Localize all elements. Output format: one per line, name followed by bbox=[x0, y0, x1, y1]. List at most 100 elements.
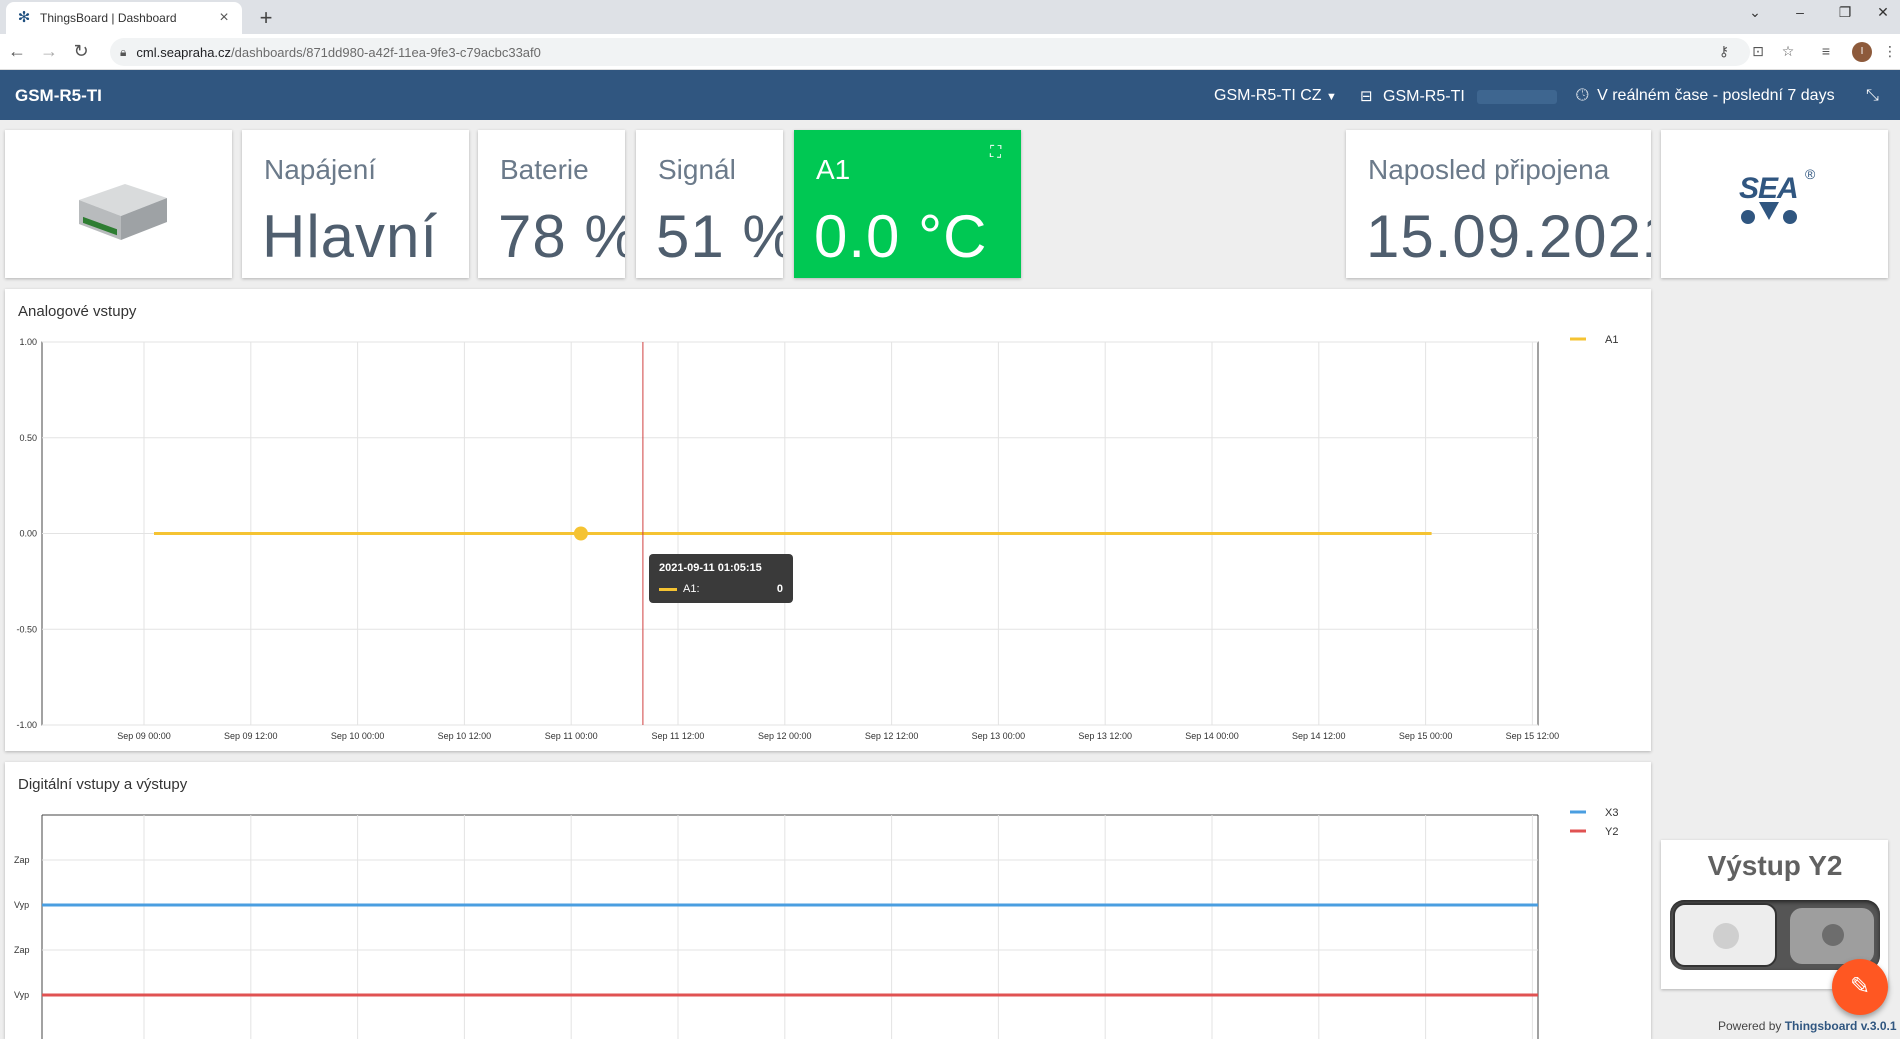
x-tick-label: Sep 13 12:00 bbox=[1078, 731, 1132, 741]
pencil-icon: ✎ bbox=[1849, 973, 1871, 1000]
lock-icon: 🔒︎ bbox=[120, 44, 127, 59]
last-connected-card: Naposled připojena 15.09.2021 bbox=[1346, 130, 1651, 278]
legend-label-y2: Y2 bbox=[1605, 826, 1618, 838]
y-tick-label: Vyp bbox=[14, 900, 29, 910]
battery-card: Baterie 78 % bbox=[478, 130, 625, 278]
y-tick-label: -0.50 bbox=[16, 624, 37, 634]
x-tick-label: Sep 10 12:00 bbox=[438, 731, 492, 741]
x-tick-label: Sep 14 00:00 bbox=[1185, 731, 1239, 741]
battery-label: Baterie bbox=[500, 154, 589, 185]
power-label: Napájení bbox=[264, 154, 377, 185]
y-tick-label: Zap bbox=[14, 855, 30, 865]
fullscreen-icon[interactable]: ⛶ bbox=[990, 144, 1001, 162]
y-tick-label: -1.00 bbox=[16, 720, 37, 730]
tooltip-value: 0 bbox=[776, 583, 783, 595]
device-image bbox=[79, 184, 167, 240]
entity-label: GSM-R5-TI bbox=[1383, 88, 1465, 105]
last-connected-label: Naposled připojena bbox=[1368, 154, 1610, 185]
last-connected-value: 15.09.2021 bbox=[1366, 203, 1651, 270]
chart-tooltip: 2021-09-11 01:05:15 A1: 0 bbox=[649, 554, 793, 603]
x-tick-label: Sep 15 00:00 bbox=[1399, 731, 1453, 741]
battery-value: 78 % bbox=[498, 203, 625, 270]
digital-io-chart: Digitální vstupy a výstupy Zap Vyp Zap Vyp X… bbox=[5, 762, 1651, 1039]
legend-label-x3: X3 bbox=[1605, 807, 1618, 819]
profile-avatar[interactable]: I bbox=[1852, 42, 1872, 62]
x-tick-label: Sep 15 12:00 bbox=[1506, 731, 1560, 741]
a1-value: 0.0 °C bbox=[814, 203, 988, 270]
entity-alias[interactable]: ⊟ GSM-R5-TI bbox=[1360, 87, 1558, 106]
power-value: Hlavní bbox=[262, 203, 439, 270]
state-selector[interactable]: GSM-R5-TI CZ ▼ bbox=[1214, 87, 1337, 105]
thingsboard-favicon-icon: ✻ bbox=[17, 9, 31, 26]
toggle-dot-right bbox=[1822, 924, 1844, 946]
powered-by: Powered by Thingsboard v.3.0.1 bbox=[1718, 1019, 1897, 1033]
logo-card: SEA ® bbox=[1661, 130, 1888, 278]
state-selector-label: GSM-R5-TI CZ bbox=[1214, 87, 1322, 104]
power-card: Napájení Hlavní bbox=[242, 130, 469, 278]
url-host: cml.seapraha.cz bbox=[136, 44, 232, 60]
new-tab-icon[interactable]: + bbox=[254, 5, 278, 31]
output-switch-title: Výstup Y2 bbox=[1707, 850, 1843, 881]
browser-tab[interactable]: ✻ ThingsBoard | Dashboard × bbox=[6, 2, 242, 34]
a1-label: A1 bbox=[816, 154, 851, 185]
tooltip-time: 2021-09-11 01:05:15 bbox=[659, 562, 762, 574]
address-bar-row: ← → ↻ 🔒︎ cml.seapraha.cz/dashboards/871d… bbox=[0, 34, 1900, 70]
analog-chart-svg: Sep 09 00:00 Sep 09 12:00 Sep 10 00:00 Sep … bbox=[16, 334, 1618, 741]
x-tick-label: Sep 13 00:00 bbox=[972, 731, 1026, 741]
tooltip-series-swatch bbox=[659, 587, 677, 591]
key-icon[interactable]: ⚷ bbox=[1714, 43, 1734, 60]
url-field[interactable]: 🔒︎ cml.seapraha.cz/dashboards/871dd980-a… bbox=[110, 38, 1750, 66]
toggle-track-right bbox=[1790, 908, 1874, 964]
toggle-knob[interactable] bbox=[1673, 903, 1777, 967]
x-tick-label: Sep 11 12:00 bbox=[652, 731, 705, 741]
thingsboard-version-link[interactable]: Thingsboard v.3.0.1 bbox=[1785, 1019, 1897, 1033]
browser-tab-bar: ✻ ThingsBoard | Dashboard × + ⌄ – ❐ ✕ bbox=[0, 0, 1900, 34]
analog-inputs-chart: Analogové vstupy Sep 09 00:00 Sep 09 12:0… bbox=[5, 289, 1651, 751]
dashboard-toolbar: GSM-R5-TI GSM-R5-TI CZ ▼ ⊟ GSM-R5-TI 🕓︎ … bbox=[0, 70, 1900, 120]
reading-list-icon[interactable]: ≡ bbox=[1816, 43, 1836, 59]
powered-by-text: Powered by bbox=[1718, 1019, 1782, 1033]
caret-down-icon: ▼ bbox=[1326, 91, 1337, 103]
y-tick-label: 1.00 bbox=[19, 337, 37, 347]
highlight-point bbox=[573, 526, 588, 541]
signal-card: Signál 51 % bbox=[636, 130, 783, 278]
tab-search-icon[interactable]: ⌄ bbox=[1740, 4, 1770, 21]
signal-value: 51 % bbox=[656, 203, 783, 270]
browser-menu-icon[interactable]: ⋮ bbox=[1880, 43, 1900, 60]
minimize-icon[interactable]: – bbox=[1785, 4, 1815, 20]
device-image-card bbox=[5, 130, 232, 278]
x-tick-label: Sep 12 12:00 bbox=[865, 731, 919, 741]
a1-card: A1 0.0 °C ⛶ bbox=[794, 130, 1021, 278]
x-tick-label: Sep 09 12:00 bbox=[224, 731, 278, 741]
timewindow-label: V reálném čase - poslední 7 days bbox=[1597, 87, 1835, 104]
signal-label: Signál bbox=[658, 154, 736, 185]
x-tick-label: Sep 10 00:00 bbox=[331, 731, 385, 741]
legend-label-a1: A1 bbox=[1605, 334, 1618, 346]
x-tick-label: Sep 11 00:00 bbox=[545, 731, 598, 741]
x-tick-label: Sep 14 12:00 bbox=[1292, 731, 1346, 741]
toggle-dot-left bbox=[1713, 923, 1739, 949]
reload-icon[interactable]: ↻ bbox=[70, 41, 92, 62]
close-tab-icon[interactable]: × bbox=[216, 9, 232, 27]
redacted-field bbox=[1477, 89, 1558, 104]
dashboard-title: GSM-R5-TI bbox=[15, 86, 102, 105]
timewindow-button[interactable]: 🕓︎ V reálném čase - poslední 7 days bbox=[1576, 87, 1835, 105]
sea-logo: SEA ® bbox=[1739, 166, 1819, 242]
x-tick-label: Sep 09 00:00 bbox=[117, 731, 171, 741]
tab-title: ThingsBoard | Dashboard bbox=[40, 11, 177, 25]
output-toggle-switch[interactable] bbox=[1670, 900, 1880, 970]
back-icon[interactable]: ← bbox=[6, 41, 28, 62]
y-tick-label: Zap bbox=[14, 945, 30, 955]
restore-icon[interactable]: ❐ bbox=[1830, 4, 1860, 21]
edit-dashboard-button[interactable]: ✎ bbox=[1832, 959, 1888, 1015]
forward-icon[interactable]: → bbox=[38, 41, 60, 62]
close-window-icon[interactable]: ✕ bbox=[1868, 4, 1898, 21]
clock-icon: 🕓︎ bbox=[1576, 87, 1589, 104]
bookmark-star-icon[interactable]: ☆ bbox=[1778, 43, 1798, 60]
device-icon: ⊟ bbox=[1360, 88, 1373, 105]
y-tick-label: Vyp bbox=[14, 990, 29, 1000]
exit-fullscreen-icon[interactable]: ⤡ bbox=[1866, 87, 1879, 105]
url-path: /dashboards/871dd980-a42f-11ea-9fe3-c79a… bbox=[231, 44, 541, 60]
y-tick-label: 0.50 bbox=[19, 433, 37, 443]
translate-icon[interactable]: ⊡ bbox=[1748, 43, 1768, 60]
